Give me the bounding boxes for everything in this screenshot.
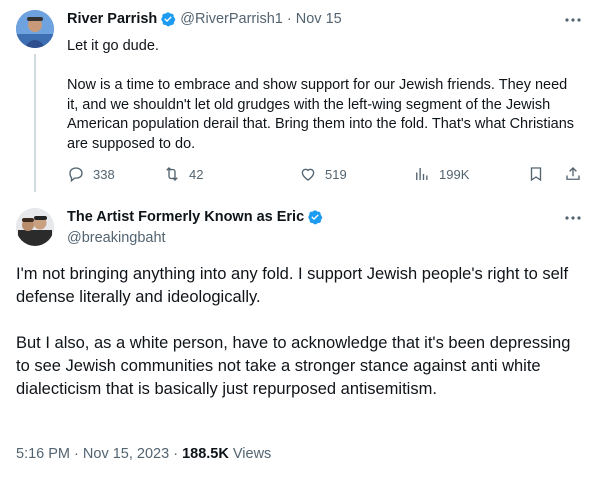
reply-count: 338 — [93, 166, 115, 182]
views-icon — [416, 168, 428, 180]
verified-icon — [161, 12, 176, 27]
tweet-paragraph: But I also, as a white person, have to a… — [16, 334, 571, 398]
like-icon — [301, 168, 315, 181]
tweet-header: The Artist Formerly Known as Eric — [67, 209, 327, 225]
avatar[interactable] — [16, 10, 54, 48]
tweet-paragraph: I'm not bringing anything into any fold.… — [16, 265, 569, 306]
tweet-date[interactable]: Nov 15, 2023 — [83, 446, 169, 462]
retweet-count: 42 — [189, 166, 204, 182]
more-icon[interactable] — [563, 212, 583, 224]
retweet-button[interactable]: 42 — [163, 165, 203, 183]
reply-icon — [69, 167, 83, 183]
share-icon — [566, 167, 580, 180]
share-button[interactable] — [564, 165, 590, 183]
separator-dot: · — [286, 11, 292, 27]
tweet-header: River Parrish @RiverParrish1 · Nov 15 — [67, 11, 342, 27]
separator-dot: · — [74, 446, 79, 462]
tweet-time[interactable]: 5:16 PM — [16, 446, 70, 462]
avatar[interactable] — [16, 208, 54, 246]
author-name[interactable]: River Parrish — [67, 11, 157, 27]
separator-dot: · — [173, 446, 179, 462]
like-count: 519 — [325, 166, 347, 182]
author-handle[interactable]: @breakingbaht — [67, 230, 166, 246]
author-name[interactable]: The Artist Formerly Known as Eric — [67, 209, 304, 225]
thread-line — [34, 54, 36, 192]
verified-icon — [308, 210, 323, 225]
tweet-paragraph: Let it go dude. — [67, 38, 159, 54]
views-button[interactable]: 199K — [413, 165, 469, 183]
reply-button[interactable]: 338 — [67, 165, 115, 183]
tweet-text: Let it go dude. Now is a time to embrace… — [67, 37, 582, 154]
tweet-meta: 5:16 PM · Nov 15, 2023 · 188.5K Views — [16, 446, 271, 462]
tweet-date[interactable]: Nov 15 — [296, 11, 342, 27]
views-count: 199K — [439, 166, 470, 182]
views-count: 188.5K — [182, 446, 229, 462]
views-label: Views — [232, 446, 272, 462]
tweet-text: I'm not bringing anything into any fold.… — [16, 263, 586, 401]
like-button[interactable]: 519 — [299, 165, 347, 183]
tweet-paragraph: Now is a time to embrace and show suppor… — [67, 77, 575, 152]
bookmark-icon — [530, 167, 542, 182]
retweet-icon — [166, 167, 178, 181]
bookmark-button[interactable] — [527, 165, 553, 183]
more-icon[interactable] — [563, 14, 583, 26]
action-bar: 338 42 519 199K — [67, 165, 582, 185]
author-handle[interactable]: @RiverParrish1 — [180, 11, 283, 27]
